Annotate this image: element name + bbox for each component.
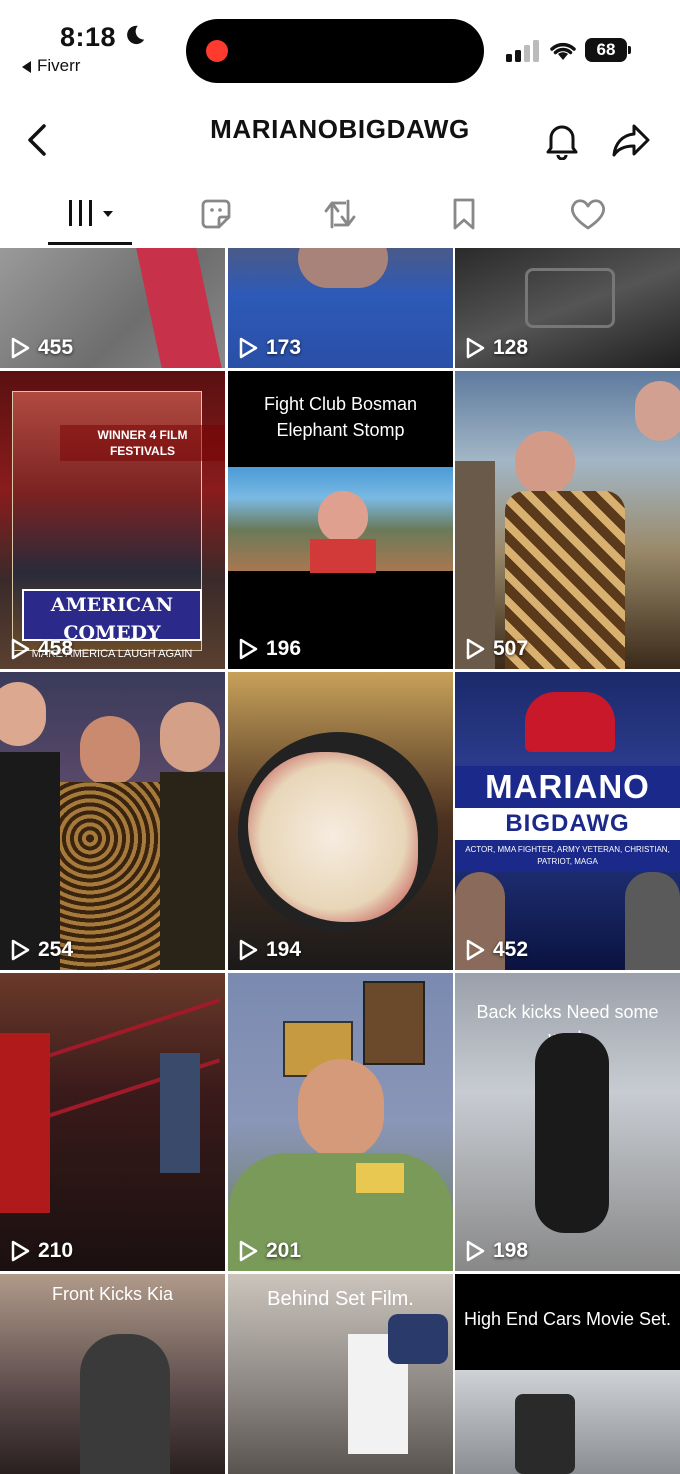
view-count: 196 — [238, 637, 301, 661]
back-triangle-icon — [22, 60, 31, 73]
play-icon — [11, 939, 30, 961]
video-tile[interactable]: 254 — [0, 672, 225, 970]
play-icon — [466, 939, 485, 961]
video-tile[interactable]: Front Kicks Kia — [0, 1274, 225, 1474]
signal-icon — [506, 40, 539, 62]
play-icon — [11, 337, 30, 359]
play-icon — [11, 638, 30, 660]
poster-tagline: ACTOR, MMA FIGHTER, ARMY VETERAN, CHRIST… — [455, 840, 680, 872]
video-tile[interactable]: 507 — [455, 371, 680, 669]
video-tile[interactable]: WINNER 4 FILM FESTIVALS AMERICAN COMEDY … — [0, 371, 225, 669]
view-count: 201 — [238, 1239, 301, 1263]
video-caption: High End Cars Movie Set. — [463, 1309, 672, 1329]
play-icon — [466, 638, 485, 660]
content-tabs — [0, 186, 680, 246]
video-tile[interactable]: High End Cars Movie Set. — [455, 1274, 680, 1474]
video-tile[interactable]: 128 — [455, 248, 680, 368]
share-icon[interactable] — [610, 120, 652, 160]
video-tile[interactable]: Behind Set Film. — [228, 1274, 453, 1474]
view-count: 452 — [465, 938, 528, 962]
profile-header: MARIANOBIGDAWG — [0, 100, 680, 180]
video-tile[interactable]: 194 — [228, 672, 453, 970]
sticker-icon — [201, 199, 231, 229]
view-count: 173 — [238, 336, 301, 360]
tab-stickers[interactable] — [186, 186, 246, 242]
play-icon — [239, 939, 258, 961]
grid-icon — [69, 200, 113, 226]
view-count: 210 — [10, 1239, 73, 1263]
video-tile[interactable]: Back kicks Need some work 198 — [455, 973, 680, 1271]
poster-award-text: WINNER 4 FILM FESTIVALS — [60, 425, 225, 461]
status-bar: 8:18 Fiverr 68 — [0, 0, 680, 90]
video-tile[interactable]: 201 — [228, 973, 453, 1271]
battery-indicator: 68 — [585, 38, 631, 62]
play-icon — [239, 638, 258, 660]
play-icon — [239, 337, 258, 359]
dynamic-island — [186, 19, 484, 83]
view-count: 198 — [465, 1239, 528, 1263]
view-count: 458 — [10, 637, 73, 661]
back-app-label: Fiverr — [37, 56, 81, 75]
video-tile[interactable]: 173 — [228, 248, 453, 368]
clock: 8:18 — [60, 22, 117, 52]
tab-liked[interactable] — [558, 186, 618, 242]
video-tile[interactable]: 210 — [0, 973, 225, 1271]
view-count: 194 — [238, 938, 301, 962]
tab-reposts[interactable] — [310, 186, 370, 242]
poster-name-line2: BIGDAWG — [455, 808, 680, 840]
play-icon — [239, 1240, 258, 1262]
bookmark-icon — [453, 198, 475, 230]
moon-icon — [127, 25, 145, 45]
active-tab-indicator — [48, 242, 132, 245]
heart-icon — [570, 199, 606, 230]
back-to-app-link[interactable]: Fiverr — [22, 56, 80, 76]
video-tile[interactable]: Fight Club Bosman Elephant Stomp 196 — [228, 371, 453, 669]
video-tile[interactable]: 455 — [0, 248, 225, 368]
repost-icon — [324, 199, 356, 229]
wifi-icon — [550, 42, 576, 60]
play-icon — [466, 1240, 485, 1262]
poster-name-line1: MARIANO — [455, 766, 680, 808]
video-caption: Fight Club Bosman Elephant Stomp — [263, 394, 418, 440]
view-count: 455 — [10, 336, 73, 360]
poster-name-block: MARIANO BIGDAWG ACTOR, MMA FIGHTER, ARMY… — [455, 766, 680, 872]
view-count: 507 — [465, 637, 528, 661]
play-icon — [11, 1240, 30, 1262]
video-caption: Front Kicks Kia — [51, 1284, 174, 1304]
view-count: 254 — [10, 938, 73, 962]
video-caption: Behind Set Film. — [267, 1288, 414, 1310]
play-icon — [466, 337, 485, 359]
view-count: 128 — [465, 336, 528, 360]
bell-icon[interactable] — [543, 120, 581, 160]
video-tile[interactable]: MARIANO BIGDAWG ACTOR, MMA FIGHTER, ARMY… — [455, 672, 680, 970]
poster-banner: AMERICAN COMEDY MAKE AMERICA LAUGH AGAIN — [22, 589, 202, 660]
tab-videos[interactable] — [62, 186, 122, 242]
tab-favorites[interactable] — [434, 186, 494, 242]
recording-dot-icon — [206, 40, 228, 62]
